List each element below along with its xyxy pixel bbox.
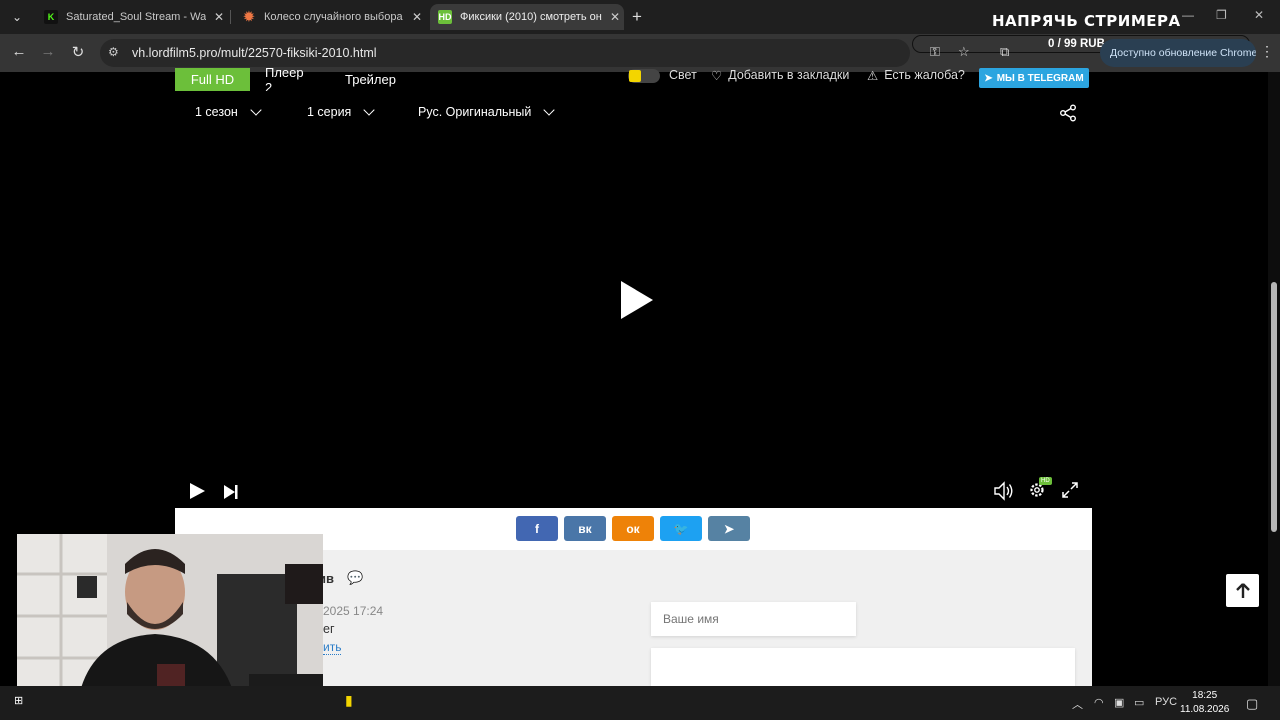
tab-trailer[interactable]: Трейлер (345, 68, 396, 91)
new-tab-button[interactable]: + (632, 7, 642, 27)
add-bookmark-link[interactable]: ♡ Добавить в закладки (711, 68, 849, 83)
page-scrollbar[interactable] (1268, 72, 1280, 686)
comment-textarea[interactable] (651, 648, 1075, 686)
odnoklassniki-icon: ок (626, 521, 640, 536)
close-tab-icon[interactable]: ✕ (610, 10, 620, 24)
bookmark-star-icon[interactable]: ☆ (958, 44, 970, 60)
big-play-icon[interactable] (621, 281, 653, 319)
light-toggle[interactable] (628, 69, 660, 83)
vk-share-button[interactable]: вк (564, 516, 606, 541)
screen: { "browser": { "tabs": [ {"title": "Satu… (0, 0, 1280, 720)
episode-select[interactable]: 1 серия (307, 104, 376, 119)
address-bar[interactable]: ⚙ vh.lordfilm5.pro/mult/22570-fiksiki-20… (100, 39, 910, 67)
fullscreen-icon[interactable] (1061, 481, 1079, 499)
tab-title: Фиксики (2010) смотреть онла (460, 11, 602, 23)
twitter-share-button[interactable]: 🐦 (660, 516, 702, 541)
tab-random-wheel[interactable]: ✹ Колесо случайного выбора – ✕ (234, 4, 424, 30)
back-button[interactable]: ← (9, 43, 29, 60)
extensions-icon[interactable]: ⧉ (1000, 44, 1009, 60)
close-tab-icon[interactable]: ✕ (412, 10, 422, 24)
windows-taskbar: ⊞ ▮ ︿ ◠ ▣ ▭ РУС 18:25 11.08.2026 ▢ (0, 686, 1280, 720)
close-window-button[interactable]: ✕ (1254, 8, 1264, 22)
play-icon[interactable] (190, 483, 205, 499)
forward-button[interactable]: → (38, 43, 58, 60)
vk-icon: вк (578, 521, 592, 536)
twitter-icon: 🐦 (673, 521, 689, 536)
telegram-share-button[interactable]: ➤ (708, 516, 750, 541)
arrow-up-icon (1235, 582, 1250, 598)
season-select[interactable]: 1 сезон (195, 104, 262, 119)
complaint-link[interactable]: ⚠ Есть жалоба? (867, 68, 965, 83)
chevron-down-icon (543, 104, 556, 116)
browser-menu-icon[interactable]: ⋮ (1260, 43, 1274, 60)
close-tab-icon[interactable]: ✕ (214, 10, 224, 24)
stream-overlay-banner: НАПРЯЧЬ СТРИМЕРА (992, 12, 1181, 30)
site-info-icon[interactable]: ⚙ (108, 45, 119, 59)
chevron-down-icon (363, 104, 376, 116)
tab-player-2[interactable]: Плеер 2 (265, 65, 304, 95)
start-icon[interactable]: ⊞ (14, 694, 23, 707)
next-episode-icon[interactable] (223, 484, 239, 500)
comment-reply-link[interactable]: ить (323, 640, 342, 655)
wifi-icon[interactable]: ◠ (1094, 696, 1104, 709)
notifications-icon[interactable]: ▢ (1246, 696, 1258, 712)
ok-share-button[interactable]: ок (612, 516, 654, 541)
scrollbar-thumb[interactable] (1271, 282, 1277, 532)
taskbar-app-icon[interactable]: ▮ (345, 692, 353, 709)
tab-title: Saturated_Soul Stream - Watch (66, 11, 206, 23)
telegram-button[interactable]: ➤ МЫ В TELEGRAM (979, 68, 1089, 88)
telegram-icon: ➤ (984, 72, 993, 84)
language-indicator[interactable]: РУС (1155, 696, 1177, 708)
browser-toolbar: ← → ↻ ⚙ vh.lordfilm5.pro/mult/22570-fiks… (0, 34, 1280, 72)
scroll-to-top-button[interactable] (1226, 574, 1259, 607)
volume-icon[interactable] (993, 481, 1015, 501)
tab-kick-stream[interactable]: K Saturated_Soul Stream - Watch ✕ (36, 4, 226, 30)
chrome-update-button[interactable]: Доступно обновление Chrome (1100, 39, 1256, 67)
streamer-webcam (17, 534, 323, 706)
hd-favicon-icon: HD (438, 10, 452, 24)
reload-button[interactable]: ↻ (68, 43, 88, 61)
tab-search-button[interactable]: ⌄ (6, 6, 28, 28)
network-icon[interactable]: ▣ (1114, 696, 1124, 709)
chevron-down-icon (250, 104, 262, 116)
comment-date: 2025 17:24 (323, 604, 384, 618)
webcam-image (17, 534, 323, 706)
comment-text: ег (323, 622, 335, 636)
tab-title: Колесо случайного выбора – (264, 11, 404, 23)
browser-tab-bar: ⌄ K Saturated_Soul Stream - Watch ✕ ✹ Ко… (0, 0, 1280, 34)
warning-icon: ⚠ (867, 69, 879, 83)
url-text: vh.lordfilm5.pro/mult/22570-fiksiki-2010… (132, 46, 377, 60)
wheel-icon: ✹ (243, 9, 255, 24)
light-label: Свет (669, 68, 697, 82)
comments-icon: 💬 (347, 570, 364, 585)
heart-icon: ♡ (711, 69, 723, 83)
maximize-button[interactable]: ❐ (1216, 8, 1227, 22)
voice-select[interactable]: Рус. Оригинальный (418, 104, 556, 119)
share-icon[interactable] (1059, 104, 1077, 122)
tab-fiksiki[interactable]: HD Фиксики (2010) смотреть онла ✕ (430, 4, 624, 30)
video-player[interactable]: 1 сезон 1 серия Рус. Оригинальный HD (175, 91, 1092, 508)
kick-icon: K (44, 10, 58, 24)
name-input[interactable] (651, 602, 856, 636)
battery-icon[interactable]: ▭ (1134, 696, 1144, 709)
telegram-icon: ➤ (723, 521, 735, 536)
password-key-icon[interactable]: ⚿ (930, 44, 940, 60)
facebook-share-button[interactable]: f (516, 516, 558, 541)
donation-goal-text: 0 / 99 RUB (1048, 38, 1105, 50)
facebook-icon: f (535, 521, 539, 536)
tab-full-hd[interactable]: Full HD (175, 68, 250, 91)
system-clock[interactable]: 18:25 11.08.2026 (1180, 689, 1229, 717)
minimize-button[interactable]: — (1182, 8, 1194, 22)
quality-badge: HD (1039, 477, 1052, 485)
tray-chevron-icon[interactable]: ︿ (1072, 696, 1083, 712)
